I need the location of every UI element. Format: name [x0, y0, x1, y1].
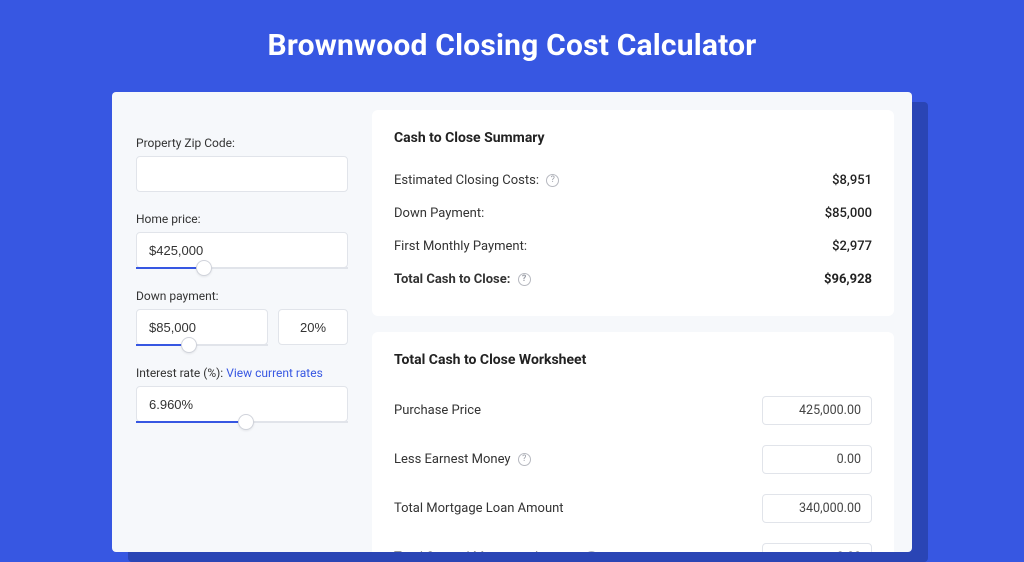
down-payment-pct-input[interactable]: [278, 309, 348, 345]
summary-row-value: $85,000: [825, 206, 872, 221]
summary-total-label: Total Cash to Close:: [394, 272, 510, 287]
down-payment-slider-thumb[interactable]: [181, 337, 197, 353]
worksheet-row: Less Earnest Money ? 0.00: [394, 435, 872, 484]
summary-total-row: Total Cash to Close: ? $96,928: [394, 263, 872, 296]
interest-label-text: Interest rate (%):: [136, 366, 223, 380]
summary-row-label: First Monthly Payment:: [394, 239, 527, 254]
worksheet-row: Total Mortgage Loan Amount 340,000.00: [394, 484, 872, 533]
summary-row-label: Down Payment:: [394, 206, 484, 221]
down-payment-label: Down payment:: [136, 289, 348, 303]
home-price-input[interactable]: [136, 232, 348, 268]
worksheet-row-value[interactable]: 0.00: [762, 543, 872, 552]
interest-slider-thumb[interactable]: [238, 414, 254, 430]
worksheet-row-label: Purchase Price: [394, 403, 481, 418]
help-icon[interactable]: ?: [585, 551, 598, 552]
summary-row: First Monthly Payment: $2,977: [394, 230, 872, 263]
summary-row-value: $2,977: [832, 239, 872, 254]
interest-label: Interest rate (%): View current rates: [136, 366, 348, 380]
summary-row: Estimated Closing Costs: ? $8,951: [394, 164, 872, 197]
interest-slider-fill: [136, 421, 246, 423]
view-rates-link[interactable]: View current rates: [226, 366, 323, 380]
worksheet-card: Total Cash to Close Worksheet Purchase P…: [372, 332, 894, 552]
home-price-slider-fill: [136, 267, 204, 269]
help-icon[interactable]: ?: [518, 273, 531, 286]
help-icon[interactable]: ?: [518, 453, 531, 466]
down-payment-slider[interactable]: [136, 344, 268, 346]
worksheet-row-value[interactable]: 0.00: [762, 445, 872, 474]
summary-row-label: Estimated Closing Costs:: [394, 173, 539, 188]
results-panel: Cash to Close Summary Estimated Closing …: [372, 92, 912, 552]
zip-input[interactable]: [136, 156, 348, 192]
home-price-slider[interactable]: [136, 267, 348, 269]
interest-group: Interest rate (%): View current rates: [136, 366, 348, 423]
page-title: Brownwood Closing Cost Calculator: [0, 0, 1024, 87]
summary-total-value: $96,928: [824, 272, 872, 287]
summary-card: Cash to Close Summary Estimated Closing …: [372, 110, 894, 316]
worksheet-row-label: Total Second Mortgage Amount: [394, 550, 578, 552]
help-icon[interactable]: ?: [546, 174, 559, 187]
worksheet-row: Purchase Price 425,000.00: [394, 386, 872, 435]
summary-row: Down Payment: $85,000: [394, 197, 872, 230]
worksheet-row: Total Second Mortgage Amount ? 0.00: [394, 533, 872, 552]
inputs-panel: Property Zip Code: Home price: Down paym…: [112, 92, 372, 552]
summary-row-value: $8,951: [832, 173, 872, 188]
home-price-label: Home price:: [136, 212, 348, 226]
down-payment-group: Down payment:: [136, 289, 348, 346]
worksheet-row-label: Less Earnest Money: [394, 452, 511, 467]
worksheet-title: Total Cash to Close Worksheet: [394, 352, 872, 368]
interest-slider[interactable]: [136, 421, 348, 423]
home-price-group: Home price:: [136, 212, 348, 269]
worksheet-row-label: Total Mortgage Loan Amount: [394, 501, 564, 516]
home-price-slider-thumb[interactable]: [196, 260, 212, 276]
down-payment-input[interactable]: [136, 309, 268, 345]
calculator-card: Property Zip Code: Home price: Down paym…: [112, 92, 912, 552]
worksheet-row-value[interactable]: 425,000.00: [762, 396, 872, 425]
summary-title: Cash to Close Summary: [394, 130, 872, 146]
zip-label: Property Zip Code:: [136, 136, 348, 150]
zip-group: Property Zip Code:: [136, 136, 348, 192]
worksheet-row-value[interactable]: 340,000.00: [762, 494, 872, 523]
